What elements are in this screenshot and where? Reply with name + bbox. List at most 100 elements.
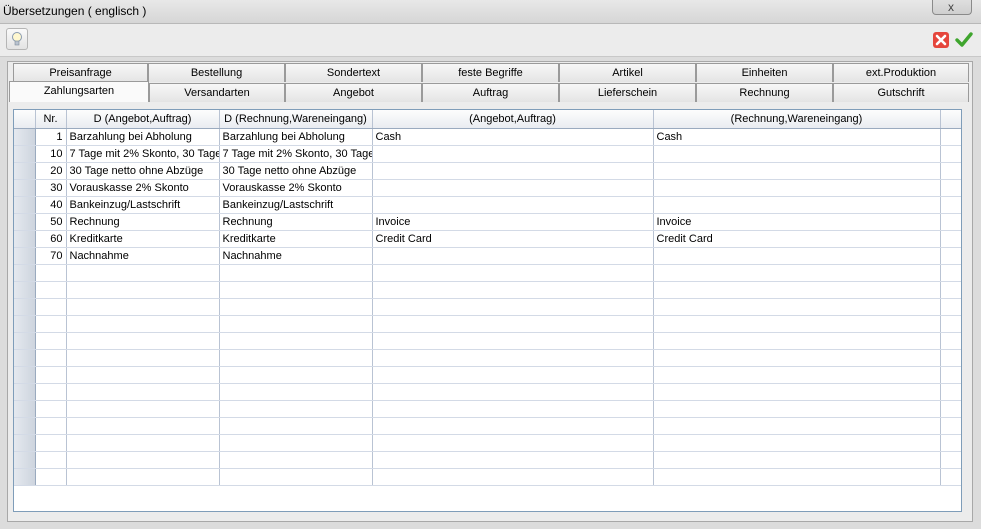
row-selector[interactable]: [14, 128, 36, 146]
table-cell[interactable]: [219, 298, 373, 316]
table-cell[interactable]: 40: [35, 196, 67, 214]
table-cell[interactable]: [219, 366, 373, 384]
tab-preisanfrage[interactable]: Preisanfrage: [13, 63, 148, 82]
hint-button[interactable]: [6, 28, 28, 50]
table-row[interactable]: 30 Vorauskasse 2% Skonto Vorauskasse 2% Sk…: [14, 179, 961, 197]
table-cell[interactable]: Cash: [653, 128, 941, 146]
tab-auftrag[interactable]: Auftrag: [422, 83, 559, 102]
table-row[interactable]: [14, 451, 961, 469]
table-cell[interactable]: [372, 468, 654, 486]
table-row[interactable]: [14, 383, 961, 401]
row-selector[interactable]: [14, 213, 36, 231]
table-cell[interactable]: [372, 349, 654, 367]
table-row[interactable]: 20 30 Tage netto ohne Abzüge 30 Tage netto…: [14, 162, 961, 180]
tab-einheiten[interactable]: Einheiten: [696, 63, 833, 82]
table-cell[interactable]: Vorauskasse 2% Skonto: [219, 179, 373, 197]
row-selector[interactable]: [14, 281, 36, 299]
row-selector[interactable]: [14, 451, 36, 469]
table-cell[interactable]: [35, 315, 67, 333]
table-cell[interactable]: [219, 349, 373, 367]
row-selector[interactable]: [14, 417, 36, 435]
row-selector[interactable]: [14, 179, 36, 197]
table-cell[interactable]: [35, 264, 67, 282]
table-cell[interactable]: [35, 281, 67, 299]
table-cell[interactable]: [372, 179, 654, 197]
table-cell[interactable]: [66, 468, 220, 486]
row-selector[interactable]: [14, 468, 36, 486]
table-cell[interactable]: [372, 145, 654, 163]
table-cell[interactable]: 30 Tage netto ohne Abzüge: [219, 162, 373, 180]
ok-button[interactable]: [954, 30, 974, 50]
table-cell[interactable]: [372, 451, 654, 469]
table-cell[interactable]: 7 Tage mit 2% Skonto, 30 Tage: [66, 145, 220, 163]
table-row[interactable]: [14, 264, 961, 282]
table-row[interactable]: [14, 315, 961, 333]
table-cell[interactable]: [653, 298, 941, 316]
row-selector[interactable]: [14, 332, 36, 350]
table-cell[interactable]: 60: [35, 230, 67, 248]
col-header-d-angebot-auftrag[interactable]: D (Angebot,Auftrag): [66, 110, 220, 129]
table-cell[interactable]: [653, 417, 941, 435]
table-cell[interactable]: [66, 417, 220, 435]
table-cell[interactable]: [66, 264, 220, 282]
table-row[interactable]: [14, 366, 961, 384]
table-row[interactable]: [14, 400, 961, 418]
table-cell[interactable]: [35, 349, 67, 367]
table-cell[interactable]: [219, 468, 373, 486]
table-cell[interactable]: [372, 196, 654, 214]
row-selector[interactable]: [14, 349, 36, 367]
col-header-angebot-auftrag[interactable]: (Angebot,Auftrag): [372, 110, 654, 129]
table-cell[interactable]: [372, 281, 654, 299]
table-cell[interactable]: Nachnahme: [66, 247, 220, 265]
table-row[interactable]: [14, 332, 961, 350]
table-cell[interactable]: [35, 298, 67, 316]
table-cell[interactable]: Cash: [372, 128, 654, 146]
table-cell[interactable]: 30 Tage netto ohne Abzüge: [66, 162, 220, 180]
table-cell[interactable]: 20: [35, 162, 67, 180]
table-cell[interactable]: Kreditkarte: [66, 230, 220, 248]
table-cell[interactable]: [372, 264, 654, 282]
table-cell[interactable]: Barzahlung bei Abholung: [66, 128, 220, 146]
table-row[interactable]: [14, 468, 961, 486]
table-cell[interactable]: [35, 451, 67, 469]
table-cell[interactable]: [372, 162, 654, 180]
table-cell[interactable]: Kreditkarte: [219, 230, 373, 248]
table-cell[interactable]: [66, 366, 220, 384]
table-cell[interactable]: [653, 162, 941, 180]
col-header-nr[interactable]: Nr.: [35, 110, 67, 129]
table-cell[interactable]: [653, 145, 941, 163]
table-cell[interactable]: [66, 281, 220, 299]
table-cell[interactable]: [653, 332, 941, 350]
table-cell[interactable]: [35, 400, 67, 418]
row-selector[interactable]: [14, 298, 36, 316]
table-cell[interactable]: [35, 366, 67, 384]
table-cell[interactable]: [35, 434, 67, 452]
translation-grid[interactable]: Nr. D (Angebot,Auftrag) D (Rechnung,Ware…: [13, 109, 962, 512]
table-cell[interactable]: [653, 196, 941, 214]
tab-feste-begriffe[interactable]: feste Begriffe: [422, 63, 559, 82]
table-cell[interactable]: [372, 332, 654, 350]
table-cell[interactable]: [66, 383, 220, 401]
tab-bestellung[interactable]: Bestellung: [148, 63, 285, 82]
table-cell[interactable]: [66, 451, 220, 469]
tab-zahlungsarten[interactable]: Zahlungsarten: [9, 81, 149, 102]
table-cell[interactable]: [66, 298, 220, 316]
col-header-d-rechnung-wareneingang[interactable]: D (Rechnung,Wareneingang): [219, 110, 373, 129]
table-cell[interactable]: [372, 247, 654, 265]
col-header-rechnung-wareneingang[interactable]: (Rechnung,Wareneingang): [653, 110, 941, 129]
table-row[interactable]: 60 Kreditkarte Kreditkarte Credit Card Credi…: [14, 230, 961, 248]
tab-artikel[interactable]: Artikel: [559, 63, 696, 82]
row-selector[interactable]: [14, 247, 36, 265]
row-selector[interactable]: [14, 366, 36, 384]
table-cell[interactable]: [372, 434, 654, 452]
table-cell[interactable]: [653, 434, 941, 452]
table-cell[interactable]: 70: [35, 247, 67, 265]
table-cell[interactable]: Bankeinzug/Lastschrift: [219, 196, 373, 214]
table-cell[interactable]: Vorauskasse 2% Skonto: [66, 179, 220, 197]
row-selector[interactable]: [14, 230, 36, 248]
table-cell[interactable]: [35, 383, 67, 401]
table-cell[interactable]: [653, 349, 941, 367]
table-row[interactable]: [14, 434, 961, 452]
table-cell[interactable]: [653, 179, 941, 197]
table-cell[interactable]: 10: [35, 145, 67, 163]
